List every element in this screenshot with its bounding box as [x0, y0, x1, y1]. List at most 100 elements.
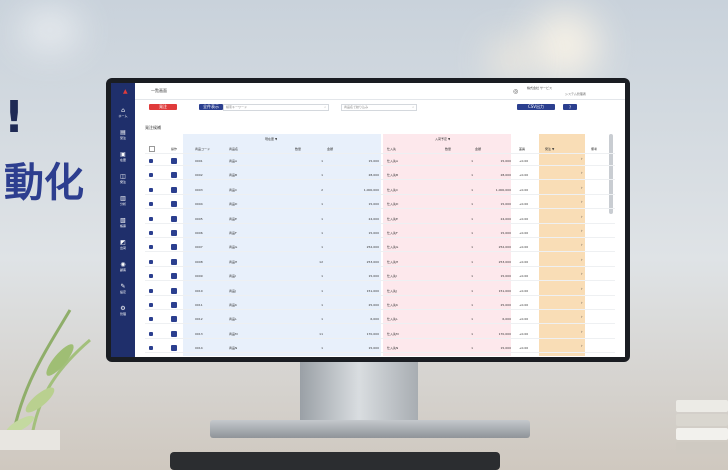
table-row[interactable]: 0002 商品B 1 28,000 仕入先B 1 28,000 +0.00 ›	[145, 170, 615, 181]
row-divider	[145, 237, 615, 238]
sidebar-item-user[interactable]: ◉ 顧客	[111, 255, 135, 277]
background-light-blob	[490, 40, 530, 80]
row-divider	[145, 222, 615, 224]
row-edit-button[interactable]	[171, 273, 177, 280]
headline-exclaim: !	[4, 92, 25, 143]
row-edit-button[interactable]	[171, 186, 177, 193]
row-checkbox[interactable]	[149, 245, 153, 250]
box-icon: ▣	[120, 150, 126, 158]
table-row[interactable]: 0010 商品J 1 151,000 仕入先J 1 151,000 +0.00 ›	[145, 286, 615, 296]
row-checkbox[interactable]	[149, 202, 153, 207]
row-divider	[145, 265, 615, 267]
csv-export-button[interactable]: CSV出力	[517, 104, 555, 110]
table-row[interactable]: 0001 商品A 1 15,000 仕入先A 1 15,000 +0.00 ›	[145, 156, 615, 166]
row-checkbox[interactable]	[149, 173, 153, 178]
sidebar-item-doc[interactable]: ▧ 帳票	[111, 211, 135, 233]
row-checkbox[interactable]	[149, 346, 153, 351]
group-header-incoming[interactable]: 入荷予定 ▼	[435, 134, 450, 144]
row-checkbox[interactable]	[149, 317, 153, 322]
sidebar-item-chart[interactable]: ▥ 分析	[111, 189, 135, 211]
table-row[interactable]: 0003 商品C 2 1,000,000 仕入先C 1 1,000,000 +0.00 ›	[145, 185, 615, 195]
product-filter-input[interactable]: 商品名で絞り込み ⌕	[341, 103, 417, 111]
background-light-blob	[530, 10, 600, 80]
row-checkbox[interactable]	[149, 274, 153, 279]
row-checkbox[interactable]	[149, 216, 153, 221]
sidebar: ⌂ ホーム ▤ 受注 ▣ 在庫 ◫ 発注 ▥ 分析 ▧ 帳票 ◩ 出荷 ◉ 顧客 ✎ 設定 ⚙ 管理	[111, 83, 135, 357]
sidebar-item-truck[interactable]: ◩ 出荷	[111, 233, 135, 255]
order-button[interactable]: 発注	[149, 104, 177, 110]
row-edit-button[interactable]	[171, 230, 177, 236]
sidebar-item-box[interactable]: ▣ 在庫	[111, 145, 135, 167]
list-icon: ▤	[120, 128, 126, 136]
sidebar-item-label: ホーム	[118, 113, 128, 118]
section-title: 発注候補	[145, 125, 161, 130]
headline-text: 動化	[4, 160, 84, 206]
table-row[interactable]: 0011 商品K 1 25,000 仕入先K 1 25,000 +0.00 ›	[145, 300, 615, 310]
row-checkbox[interactable]	[149, 303, 153, 307]
sidebar-item-gear[interactable]: ⚙ 管理	[111, 299, 135, 321]
row-edit-button[interactable]	[171, 345, 177, 352]
table-row[interactable]: 0009 商品I 1 15,000 仕入先I 1 15,000 +0.00 ›	[145, 271, 615, 282]
search-icon: ⌕	[412, 105, 414, 109]
row-divider	[145, 294, 615, 296]
row-edit-button[interactable]	[171, 201, 177, 208]
sidebar-item-label: 受注	[119, 135, 126, 140]
row-divider	[145, 309, 615, 310]
table-row[interactable]: 0008 商品H 12 253,000 仕入先H 1 253,000 +0.00 ›	[145, 257, 615, 267]
row-divider	[145, 352, 615, 354]
sidebar-item-label: 在庫	[119, 157, 126, 162]
table-row[interactable]: 0013 商品M 11 170,000 仕入先M 1 170,000 +0.00 ›	[145, 329, 615, 339]
row-checkbox[interactable]	[149, 288, 153, 293]
monitor-stand-base	[210, 420, 530, 438]
row-divider	[145, 193, 615, 195]
table-row[interactable]: 0014 商品N 1 15,000 仕入先N 1 15,000 +0.00 ›	[145, 343, 615, 354]
sidebar-item-cart[interactable]: ◫ 発注	[111, 167, 135, 189]
monitor-stand	[300, 362, 418, 424]
table-row[interactable]: 0005 商品E 1 24,000 仕入先E 1 24,000 +0.00 ›	[145, 214, 615, 224]
row-edit-button[interactable]	[171, 330, 177, 337]
user-icon[interactable]: ◎	[513, 88, 518, 95]
row-edit-button[interactable]	[171, 258, 177, 265]
group-header-stock[interactable]: 現在庫 ▼	[265, 134, 277, 144]
wrench-icon: ✎	[120, 282, 126, 290]
header-divider	[145, 153, 615, 154]
table-row[interactable]: 0006 商品F 1 15,000 仕入先F 1 15,000 +0.00 ›	[145, 228, 615, 238]
sidebar-item-home[interactable]: ⌂ ホーム	[111, 101, 135, 123]
row-edit-button[interactable]	[171, 172, 177, 179]
user-role: システム管理者	[565, 92, 586, 96]
table-row[interactable]: 0004 商品D 1 15,000 仕入先D 1 15,000 +0.00 ›	[145, 199, 615, 210]
monitor: ⌂ ホーム ▤ 受注 ▣ 在庫 ◫ 発注 ▥ 分析 ▧ 帳票 ◩ 出荷 ◉ 顧客 ✎ 設定 ⚙ 管理 ▲ 一覧画面 ◎…	[106, 78, 630, 362]
row-checkbox[interactable]	[149, 187, 153, 192]
row-divider	[145, 337, 615, 339]
table-row[interactable]: 0012 商品L 1 6,000 仕入先L 1 6,000 +0.00 ›	[145, 314, 615, 325]
user-icon: ◉	[120, 260, 126, 268]
row-edit-button[interactable]	[171, 316, 177, 323]
table-row[interactable]: 0007 商品G 1 252,000 仕入先G 1 252,000 +0.00 ›	[145, 242, 615, 253]
keyword-search-input[interactable]: 検索キーワード ⌕	[223, 103, 329, 111]
row-edit-button[interactable]	[171, 244, 177, 251]
sidebar-item-list[interactable]: ▤ 受注	[111, 123, 135, 145]
row-checkbox[interactable]	[149, 331, 153, 336]
row-divider	[145, 323, 615, 325]
row-checkbox[interactable]	[149, 159, 153, 163]
row-divider	[145, 208, 615, 210]
table-group-header: 現在庫 ▼ 入荷予定 ▼	[145, 134, 615, 144]
help-button[interactable]: ?	[563, 104, 577, 110]
row-divider	[145, 251, 615, 253]
toolbar: 発注 全件表示 検索キーワード ⌕ 商品名で絞り込み ⌕ CSV出力 ?	[135, 100, 625, 114]
select-all-checkbox[interactable]	[149, 146, 155, 152]
truck-icon: ◩	[120, 238, 126, 246]
sidebar-item-wrench[interactable]: ✎ 設定	[111, 277, 135, 299]
row-checkbox[interactable]	[149, 231, 153, 235]
show-all-button[interactable]: 全件表示	[199, 104, 223, 110]
app-logo-icon: ▲	[123, 87, 128, 95]
row-edit-button[interactable]	[171, 302, 177, 308]
sidebar-item-label: 発注	[119, 179, 126, 184]
sidebar-item-label: 設定	[119, 289, 126, 294]
sidebar-item-label: 帳票	[119, 223, 126, 228]
row-edit-button[interactable]	[171, 215, 177, 222]
row-edit-button[interactable]	[171, 287, 177, 294]
row-edit-button[interactable]	[171, 158, 177, 164]
row-checkbox[interactable]	[149, 259, 153, 264]
doc-icon: ▧	[120, 216, 126, 224]
